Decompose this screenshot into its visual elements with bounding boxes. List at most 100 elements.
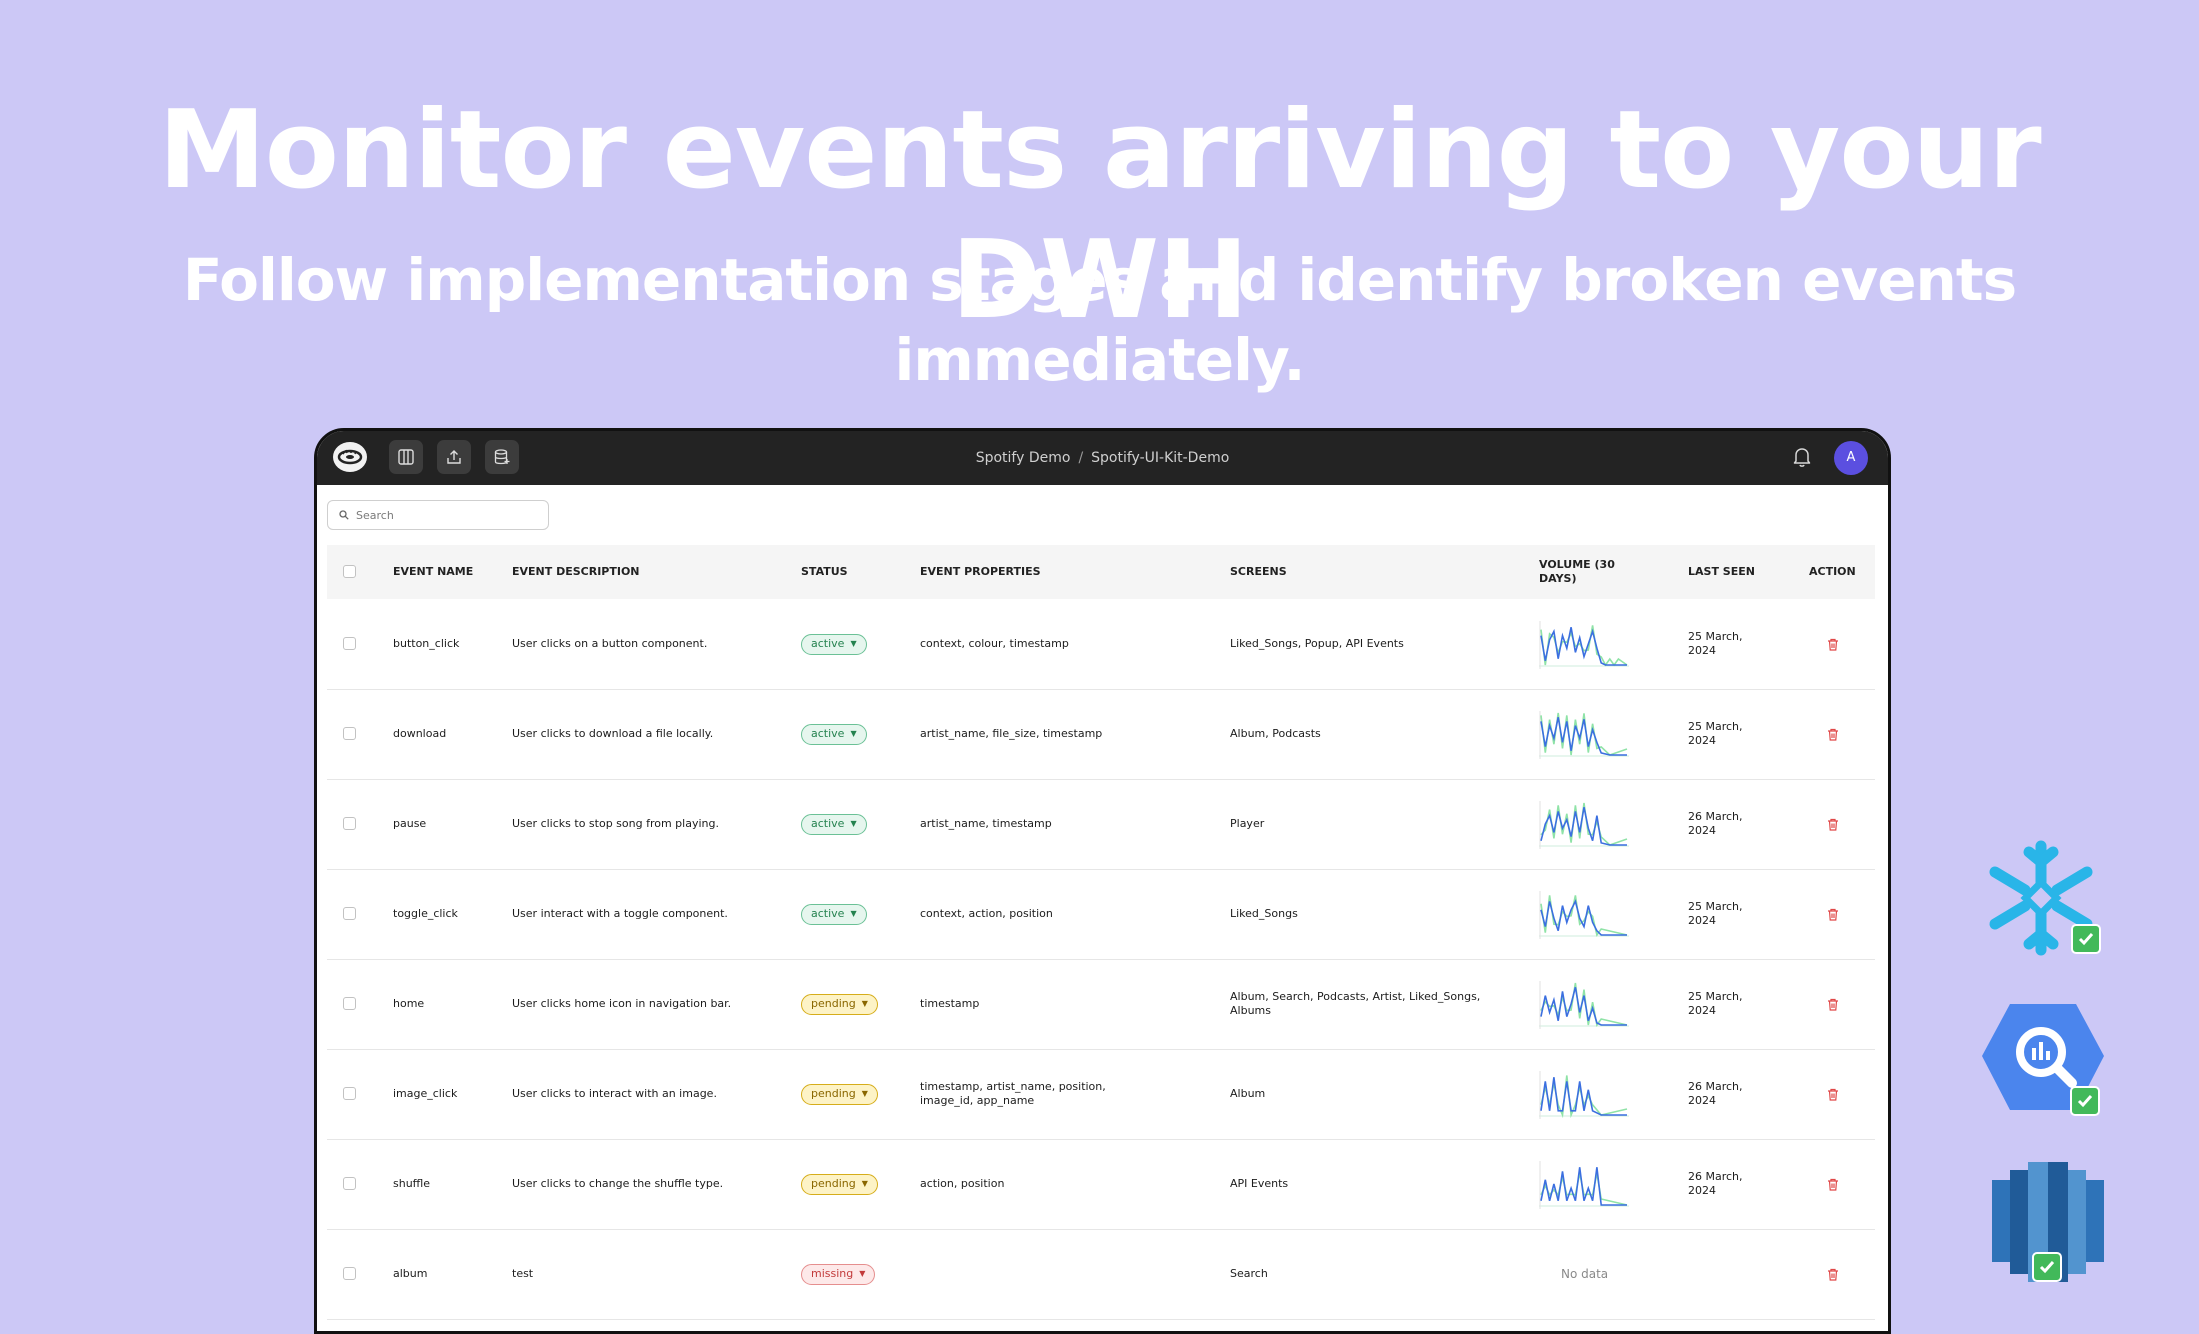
event-name[interactable]: home bbox=[393, 959, 503, 1049]
delete-icon[interactable] bbox=[1827, 818, 1839, 831]
event-properties: timestamp bbox=[920, 997, 980, 1010]
volume-sparkline bbox=[1539, 891, 1629, 939]
status-dropdown[interactable]: pending ▼ bbox=[801, 1083, 878, 1105]
last-seen: 26 March, 2024 bbox=[1688, 1170, 1743, 1197]
table-row[interactable]: shuffle User clicks to change the shuffle… bbox=[327, 1139, 1875, 1230]
chevron-down-icon: ▼ bbox=[850, 909, 857, 918]
status-dropdown[interactable]: pending ▼ bbox=[801, 993, 878, 1015]
delete-icon[interactable] bbox=[1827, 728, 1839, 741]
row-checkbox[interactable] bbox=[343, 1087, 356, 1100]
table-row[interactable]: image_click User clicks to interact with … bbox=[327, 1049, 1875, 1140]
action-cell bbox=[1827, 1049, 1857, 1139]
status-cell: pending ▼ bbox=[801, 1049, 911, 1139]
status-cell: active ▼ bbox=[801, 869, 911, 959]
column-header-screens[interactable]: SCREENS bbox=[1230, 545, 1430, 599]
breadcrumb-project[interactable]: Spotify Demo bbox=[976, 450, 1071, 466]
volume-cell bbox=[1539, 1139, 1659, 1229]
status-dropdown[interactable]: missing ▼ bbox=[801, 1263, 876, 1285]
column-header-volume[interactable]: VOLUME (30 DAYS) bbox=[1539, 545, 1629, 599]
delete-icon[interactable] bbox=[1827, 1178, 1839, 1191]
row-checkbox[interactable] bbox=[343, 997, 356, 1010]
volume-sparkline bbox=[1539, 1161, 1629, 1209]
chevron-down-icon: ▼ bbox=[861, 1089, 868, 1098]
table-header: EVENT NAME EVENT DESCRIPTION STATUS EVEN… bbox=[327, 545, 1875, 599]
row-checkbox[interactable] bbox=[343, 907, 356, 920]
volume-cell bbox=[1539, 779, 1659, 869]
snowflake-integration bbox=[1983, 840, 2103, 960]
status-cell: missing ▼ bbox=[801, 1229, 911, 1319]
delete-icon[interactable] bbox=[1827, 1088, 1839, 1101]
sparkline-series-blue bbox=[1540, 627, 1627, 666]
column-header-last-seen[interactable]: LAST SEEN bbox=[1688, 545, 1788, 599]
table-row[interactable]: album test missing ▼ Search No data bbox=[327, 1229, 1875, 1320]
delete-icon[interactable] bbox=[1827, 1268, 1839, 1281]
select-all-checkbox[interactable] bbox=[343, 565, 356, 578]
table-row[interactable]: home User clicks home icon in navigation … bbox=[327, 959, 1875, 1050]
volume-cell bbox=[1539, 1049, 1659, 1139]
table-row[interactable]: button_click User clicks on a button comp… bbox=[327, 599, 1875, 690]
status-label: active bbox=[811, 637, 845, 650]
event-name[interactable]: shuffle bbox=[393, 1139, 503, 1229]
search-field[interactable] bbox=[327, 500, 549, 530]
event-name[interactable]: toggle_click bbox=[393, 869, 503, 959]
status-label: active bbox=[811, 817, 845, 830]
action-cell bbox=[1827, 689, 1857, 779]
sparkline-series-blue bbox=[1540, 1077, 1627, 1116]
event-name[interactable]: button_click bbox=[393, 599, 503, 689]
status-dropdown[interactable]: active ▼ bbox=[801, 633, 867, 655]
action-cell bbox=[1827, 869, 1857, 959]
column-header-event-description[interactable]: EVENT DESCRIPTION bbox=[512, 545, 712, 599]
row-checkbox[interactable] bbox=[343, 1267, 356, 1280]
search-input[interactable] bbox=[356, 505, 536, 525]
row-checkbox[interactable] bbox=[343, 817, 356, 830]
screens: Album, Search, Podcasts, Artist, Liked_S… bbox=[1230, 990, 1481, 1017]
status-dropdown[interactable]: active ▼ bbox=[801, 903, 867, 925]
row-checkbox[interactable] bbox=[343, 1177, 356, 1190]
status-label: active bbox=[811, 727, 845, 740]
event-name[interactable]: download bbox=[393, 689, 503, 779]
table-row[interactable]: download User clicks to download a file l… bbox=[327, 689, 1875, 780]
avatar[interactable]: A bbox=[1834, 441, 1868, 475]
screens: Player bbox=[1230, 817, 1265, 830]
status-cell: active ▼ bbox=[801, 689, 911, 779]
hero-subtitle: Follow implementation stages and identif… bbox=[182, 246, 2017, 394]
event-name[interactable]: image_click bbox=[393, 1049, 503, 1139]
delete-icon[interactable] bbox=[1827, 638, 1839, 651]
event-properties bbox=[920, 1229, 1160, 1319]
breadcrumb-source[interactable]: Spotify-UI-Kit-Demo bbox=[1091, 450, 1229, 466]
column-header-event-name[interactable]: EVENT NAME bbox=[393, 545, 503, 599]
bell-icon[interactable] bbox=[1792, 446, 1812, 468]
event-properties: artist_name, timestamp bbox=[920, 817, 1052, 830]
status-label: missing bbox=[811, 1267, 854, 1280]
row-checkbox[interactable] bbox=[343, 637, 356, 650]
status-dropdown[interactable]: pending ▼ bbox=[801, 1173, 878, 1195]
row-checkbox[interactable] bbox=[343, 727, 356, 740]
column-header-event-properties[interactable]: EVENT PROPERTIES bbox=[920, 545, 1120, 599]
screens: Liked_Songs bbox=[1230, 907, 1298, 920]
event-name[interactable]: pause bbox=[393, 779, 503, 869]
event-description: User clicks to stop song from playing. bbox=[512, 817, 719, 830]
action-cell bbox=[1827, 1139, 1857, 1229]
event-properties: action, position bbox=[920, 1177, 1005, 1190]
event-description: User clicks to download a file locally. bbox=[512, 727, 714, 740]
sparkline-series-blue bbox=[1540, 899, 1627, 936]
delete-icon[interactable] bbox=[1827, 998, 1839, 1011]
screens: Search bbox=[1230, 1267, 1268, 1280]
volume-sparkline bbox=[1539, 801, 1629, 849]
column-header-status[interactable]: STATUS bbox=[801, 545, 901, 599]
status-cell: pending ▼ bbox=[801, 1139, 911, 1229]
status-label: pending bbox=[811, 1177, 856, 1190]
check-icon bbox=[2071, 924, 2101, 954]
last-seen: 25 March, 2024 bbox=[1688, 990, 1743, 1017]
table-row[interactable]: toggle_click User interact with a toggle … bbox=[327, 869, 1875, 960]
volume-cell bbox=[1539, 599, 1659, 689]
status-dropdown[interactable]: active ▼ bbox=[801, 723, 867, 745]
table-row[interactable]: pause User clicks to stop song from playi… bbox=[327, 779, 1875, 870]
last-seen: 25 March, 2024 bbox=[1688, 630, 1743, 657]
volume-cell: No data bbox=[1539, 1229, 1659, 1319]
delete-icon[interactable] bbox=[1827, 908, 1839, 921]
event-name[interactable]: album bbox=[393, 1229, 503, 1319]
action-cell bbox=[1827, 599, 1857, 689]
status-dropdown[interactable]: active ▼ bbox=[801, 813, 867, 835]
screens: API Events bbox=[1230, 1177, 1289, 1190]
